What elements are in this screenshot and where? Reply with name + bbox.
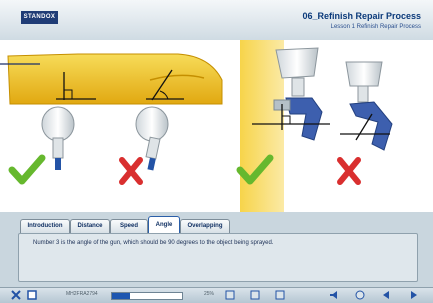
help-icon[interactable] [249, 290, 260, 300]
notes-icon[interactable] [274, 290, 285, 300]
header-bar: STANDOX 06_Refinish Repair Process Lesso… [0, 0, 433, 41]
spray-gun-cup [135, 106, 169, 142]
spray-gun-cup [275, 47, 319, 79]
exit-icon[interactable] [10, 290, 21, 300]
content-panel: Number 3 is the angle of the gun, which … [18, 233, 418, 282]
car-panel-left [7, 53, 223, 105]
progress-bar [111, 292, 183, 300]
menu-icon[interactable] [354, 290, 365, 300]
tab-distance[interactable]: Distance [70, 219, 110, 233]
spray-gun-cup [345, 61, 383, 87]
angle-illustration [0, 40, 393, 212]
cross-icon [119, 157, 143, 185]
spray-gun-body [285, 97, 323, 141]
lesson-subtitle: Lesson 1 Refinish Repair Process [330, 24, 421, 30]
car-panel-right [240, 40, 284, 212]
illustration-area [0, 40, 433, 212]
glossary-icon[interactable] [224, 290, 235, 300]
course-title: 06_Refinish Repair Process [302, 11, 421, 21]
tab-speed[interactable]: Speed [110, 219, 148, 233]
tab-angle[interactable]: Angle [148, 216, 180, 234]
standox-logo: STANDOX [21, 11, 58, 24]
spray-gun-body [349, 101, 393, 151]
tab-overlapping[interactable]: Overlapping [180, 219, 230, 233]
description-text: Number 3 is the angle of the gun, which … [33, 240, 274, 246]
check-icon [8, 154, 46, 185]
progress-percent: 25% [204, 291, 215, 297]
previous-icon[interactable] [380, 290, 391, 300]
spray-gun-cup [41, 106, 75, 142]
audio-icon[interactable] [328, 290, 339, 300]
page-code: MH2FRA2794 [66, 291, 98, 297]
cross-icon [337, 157, 361, 185]
player-toolbar: MH2FRA2794 25% [0, 287, 433, 303]
next-icon[interactable] [408, 290, 419, 300]
progress-fill [112, 293, 130, 299]
tab-introduction[interactable]: Introduction [20, 219, 70, 233]
home-icon[interactable] [26, 290, 37, 300]
